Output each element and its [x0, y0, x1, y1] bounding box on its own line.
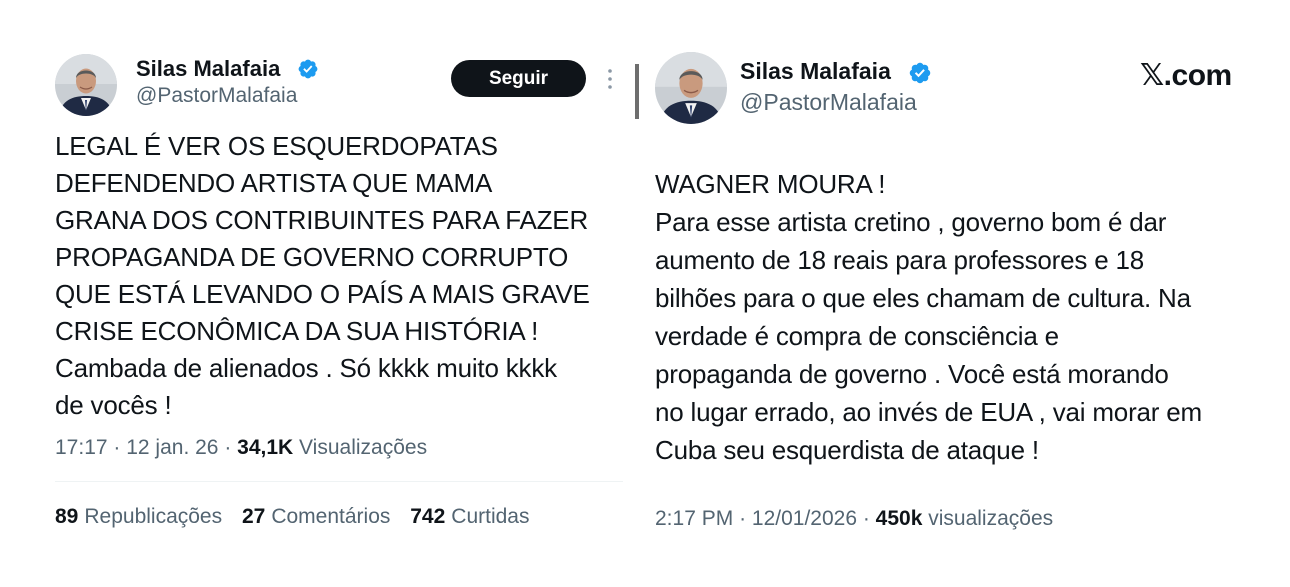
author-handle[interactable]: @PastorMalafaia [136, 84, 297, 108]
tweet-time[interactable]: 17:17 [55, 436, 108, 459]
stat-count: 742 [410, 505, 446, 528]
stat-count: 27 [241, 505, 266, 528]
verified-badge-icon [298, 59, 318, 79]
meta-separator: · [224, 436, 238, 459]
author-name[interactable]: Silas Malafaia [136, 56, 280, 82]
left-tweet-card: Silas Malafaia @PastorMalafaia Seguir LE… [0, 0, 640, 587]
meta-separator: · [739, 507, 752, 530]
verified-badge-icon [909, 62, 931, 84]
stat-label: Curtidas [451, 505, 530, 528]
tweet-meta: 2:17 PM · 12/01/2026 · 450k visualizaçõe… [655, 507, 1053, 531]
x-logo: 𝕏.com [1140, 58, 1232, 93]
author-name[interactable]: Silas Malafaia [740, 58, 891, 85]
tweet-meta: 17:17 · 12 jan. 26 · 34,1K Visualizações [55, 436, 427, 460]
brand-suffix: .com [1163, 59, 1233, 92]
stat-likes[interactable]: 742 Curtidas [410, 505, 529, 528]
views-label: Visualizações [299, 436, 428, 459]
tweet-text: LEGAL É VER OS ESQUERDOPATAS DEFENDENDO … [55, 131, 590, 420]
stat-comments[interactable]: 27 Comentários [242, 505, 390, 528]
divider [55, 481, 623, 482]
vertical-separator [635, 64, 639, 119]
tweet-text: WAGNER MOURA ! Para esse artista cretino… [655, 169, 1202, 465]
tweet-time[interactable]: 2:17 PM [655, 507, 733, 530]
views-count: 34,1K [237, 436, 294, 459]
views-label: visualizações [928, 507, 1054, 530]
meta-separator: · [862, 507, 876, 530]
x-icon: 𝕏 [1140, 58, 1164, 93]
author-avatar[interactable] [655, 52, 727, 124]
tweet-date[interactable]: 12/01/2026 [752, 507, 857, 530]
meta-separator: · [113, 436, 127, 459]
more-vertical-icon[interactable] [603, 66, 617, 92]
stat-label: Comentários [271, 505, 391, 528]
tweet-date[interactable]: 12 jan. 26 [126, 436, 218, 459]
stat-label: Republicações [84, 505, 223, 528]
author-handle[interactable]: @PastorMalafaia [740, 89, 917, 116]
stat-count: 89 [55, 505, 79, 528]
author-avatar[interactable] [55, 54, 117, 116]
views-count: 450k [875, 507, 923, 530]
right-tweet-card: Silas Malafaia @PastorMalafaia 𝕏.com WAG… [645, 0, 1290, 587]
engagement-stats: 89 Republicações 27 Comentários 742 Curtida… [55, 505, 543, 529]
follow-button[interactable]: Seguir [451, 60, 586, 97]
stat-reposts[interactable]: 89 Republicações [55, 505, 222, 528]
